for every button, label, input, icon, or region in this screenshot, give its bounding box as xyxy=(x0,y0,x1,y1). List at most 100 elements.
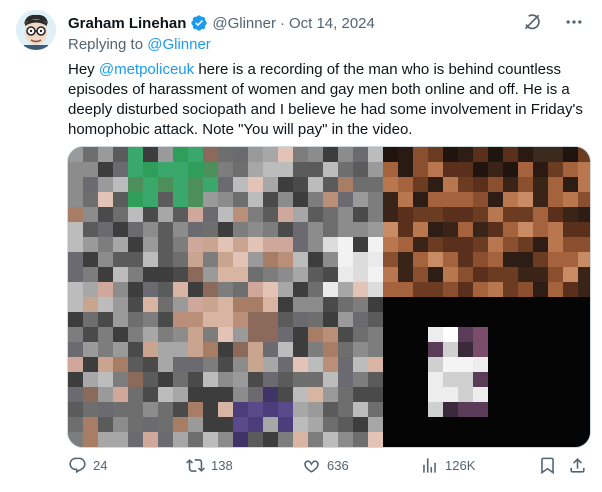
mosaic-tile xyxy=(293,342,308,357)
mosaic-tile xyxy=(323,162,338,177)
mosaic-tile xyxy=(533,147,548,162)
mosaic-tile xyxy=(413,312,428,327)
mosaic-tile xyxy=(188,372,203,387)
mosaic-tile xyxy=(473,282,488,297)
verified-badge-icon[interactable] xyxy=(190,14,208,32)
reply-button[interactable]: 24 xyxy=(68,456,107,475)
more-icon[interactable] xyxy=(564,12,584,32)
mosaic-tile xyxy=(443,357,458,372)
mosaic-tile xyxy=(323,282,338,297)
tweet-date[interactable]: Oct 14, 2024 xyxy=(289,15,375,32)
video-media[interactable] xyxy=(67,146,591,448)
mosaic-tile xyxy=(533,417,548,432)
mosaic-tile xyxy=(188,252,203,267)
mosaic-tile xyxy=(353,207,368,222)
mosaic-tile xyxy=(188,402,203,417)
mosaic-tile xyxy=(203,147,218,162)
mosaic-tile xyxy=(503,327,518,342)
mosaic-tile xyxy=(473,252,488,267)
mosaic-tile xyxy=(413,192,428,207)
mosaic-tile xyxy=(158,372,173,387)
mosaic-tile xyxy=(563,192,578,207)
mosaic-tile xyxy=(293,432,308,447)
mosaic-tile xyxy=(383,282,398,297)
mosaic-tile xyxy=(398,387,413,402)
mosaic-tile xyxy=(413,222,428,237)
mosaic-tile xyxy=(98,282,113,297)
mosaic-tile xyxy=(578,282,590,297)
mosaic-tile xyxy=(503,297,518,312)
mosaic-tile xyxy=(503,267,518,282)
grok-icon[interactable] xyxy=(522,12,542,32)
share-icon xyxy=(570,458,585,473)
mosaic-tile xyxy=(83,387,98,402)
mosaic-tile xyxy=(428,402,443,417)
mosaic-tile xyxy=(533,312,548,327)
mosaic-tile xyxy=(128,297,143,312)
mosaic-tile xyxy=(68,147,83,162)
mosaic-tile xyxy=(578,267,590,282)
mosaic-tile xyxy=(83,402,98,417)
mosaic-tile xyxy=(203,432,218,447)
mosaic-tile xyxy=(98,297,113,312)
author-name[interactable]: Graham Linehan xyxy=(68,15,186,32)
mosaic-tile xyxy=(353,162,368,177)
mosaic-tile xyxy=(338,402,353,417)
mosaic-tile xyxy=(293,267,308,282)
views-button[interactable]: 126K xyxy=(420,456,475,475)
mosaic-tile xyxy=(218,342,233,357)
author-handle[interactable]: @Glinner xyxy=(212,15,276,32)
mosaic-tile xyxy=(248,237,263,252)
bookmark-button[interactable] xyxy=(538,456,557,475)
mosaic-tile xyxy=(338,222,353,237)
mosaic-tile xyxy=(188,222,203,237)
mosaic-tile xyxy=(143,252,158,267)
mosaic-tile xyxy=(128,357,143,372)
like-button[interactable]: 636 xyxy=(302,456,349,475)
mosaic-tile xyxy=(293,192,308,207)
mosaic-tile xyxy=(488,177,503,192)
mosaic-tile xyxy=(503,342,518,357)
mosaic-tile xyxy=(353,147,368,162)
mosaic-tile xyxy=(188,357,203,372)
mosaic-tile xyxy=(443,297,458,312)
mosaic-tile xyxy=(113,357,128,372)
mosaic-tile xyxy=(113,417,128,432)
mosaic-tile xyxy=(578,372,590,387)
mosaic-tile xyxy=(503,207,518,222)
repost-button[interactable]: 138 xyxy=(186,456,233,475)
mention-link[interactable]: @metpoliceuk xyxy=(99,61,194,78)
mosaic-tile xyxy=(458,192,473,207)
mosaic-tile xyxy=(473,372,488,387)
mosaic-tile xyxy=(293,237,308,252)
share-button[interactable] xyxy=(568,456,587,475)
mosaic-tile xyxy=(428,192,443,207)
mosaic-tile xyxy=(488,267,503,282)
mosaic-tile xyxy=(98,207,113,222)
mosaic-tile xyxy=(143,297,158,312)
avatar[interactable] xyxy=(16,10,56,50)
mosaic-tile xyxy=(128,372,143,387)
mosaic-tile xyxy=(578,192,590,207)
replying-to-handle[interactable]: @Glinner xyxy=(147,36,211,53)
mosaic-tile xyxy=(503,192,518,207)
mosaic-tile xyxy=(188,237,203,252)
mosaic-tile xyxy=(203,237,218,252)
mosaic-tile xyxy=(263,162,278,177)
mosaic-tile xyxy=(248,267,263,282)
mosaic-tile xyxy=(173,402,188,417)
mosaic-tile xyxy=(533,162,548,177)
mosaic-tile xyxy=(83,297,98,312)
mosaic-tile xyxy=(158,327,173,342)
mosaic-tile xyxy=(518,327,533,342)
mosaic-tile xyxy=(428,162,443,177)
mosaic-tile xyxy=(503,372,518,387)
mosaic-tile xyxy=(518,357,533,372)
mosaic-tile xyxy=(383,327,398,342)
mosaic-tile xyxy=(398,357,413,372)
mosaic-tile xyxy=(353,357,368,372)
mosaic-tile xyxy=(323,417,338,432)
mosaic-tile xyxy=(383,342,398,357)
mosaic-tile xyxy=(248,372,263,387)
mosaic-tile xyxy=(113,297,128,312)
